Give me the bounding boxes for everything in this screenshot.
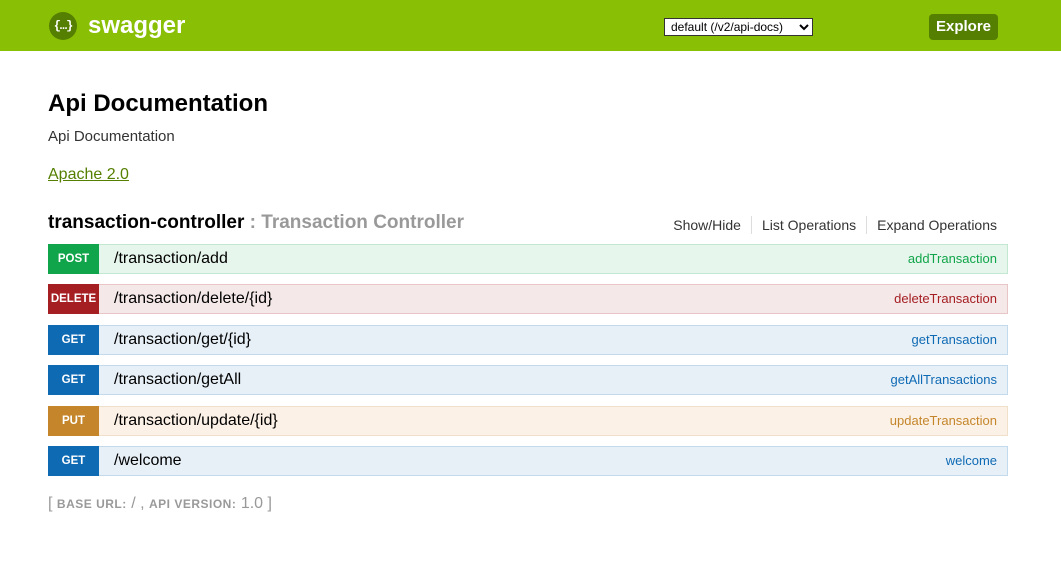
- list-operations-link[interactable]: List Operations: [752, 216, 868, 234]
- method-badge[interactable]: POST: [48, 244, 99, 274]
- top-bar: {…} swagger default (/v2/api-docs) Explo…: [0, 0, 1061, 51]
- api-version-value: 1.0: [240, 495, 264, 512]
- operations-list: POST /transaction/add addTransaction DEL…: [48, 244, 1008, 486]
- operation-path[interactable]: /transaction/get/{id}: [114, 326, 251, 354]
- operation-path[interactable]: /transaction/add: [114, 245, 228, 273]
- controller-heading[interactable]: transaction-controller : Transaction Con…: [48, 211, 464, 235]
- operation-welcome[interactable]: GET /welcome welcome: [48, 445, 1008, 476]
- api-info-footer: [ BASE URL: / , API VERSION: 1.0 ]: [48, 495, 272, 512]
- operation-get-transaction[interactable]: GET /transaction/get/{id} getTransaction: [48, 324, 1008, 355]
- explore-button[interactable]: Explore: [929, 14, 998, 40]
- operation-path[interactable]: /welcome: [114, 447, 182, 475]
- controller-separator: :: [244, 212, 262, 233]
- method-badge[interactable]: PUT: [48, 405, 99, 436]
- operation-nickname[interactable]: welcome: [946, 447, 997, 475]
- operation-delete-transaction[interactable]: DELETE /transaction/delete/{id} deleteTr…: [48, 284, 1008, 315]
- base-url-label: BASE URL: [56, 497, 123, 511]
- license-link[interactable]: Apache 2.0: [48, 165, 129, 185]
- footer-close-bracket: ]: [267, 495, 272, 512]
- method-badge[interactable]: GET: [48, 365, 99, 396]
- controller-name[interactable]: transaction-controller: [48, 212, 244, 233]
- swagger-logo-icon[interactable]: {…}: [49, 12, 77, 40]
- base-url-value: /: [131, 495, 136, 512]
- operation-update-transaction[interactable]: PUT /transaction/update/{id} updateTrans…: [48, 405, 1008, 436]
- page-title: Api Documentation: [48, 90, 268, 117]
- operation-nickname[interactable]: addTransaction: [908, 245, 997, 273]
- operation-path[interactable]: /transaction/getAll: [114, 366, 241, 394]
- api-description: Api Documentation: [48, 128, 175, 145]
- operation-nickname[interactable]: getAllTransactions: [891, 366, 997, 394]
- show-hide-link[interactable]: Show/Hide: [663, 216, 752, 234]
- footer-open-bracket: [: [48, 495, 53, 512]
- expand-operations-link[interactable]: Expand Operations: [867, 216, 997, 234]
- api-spec-select[interactable]: default (/v2/api-docs): [664, 18, 813, 36]
- api-version-label: API VERSION: [149, 497, 232, 511]
- swagger-logo-text[interactable]: swagger: [88, 11, 185, 41]
- operation-nickname[interactable]: getTransaction: [911, 326, 997, 354]
- operation-nickname[interactable]: deleteTransaction: [894, 285, 997, 313]
- method-badge[interactable]: DELETE: [48, 284, 99, 315]
- operation-add-transaction[interactable]: POST /transaction/add addTransaction: [48, 244, 1008, 274]
- method-badge[interactable]: GET: [48, 324, 99, 355]
- controller-description: Transaction Controller: [261, 212, 464, 233]
- operation-path[interactable]: /transaction/update/{id}: [114, 407, 278, 435]
- operation-get-all-transactions[interactable]: GET /transaction/getAll getAllTransactio…: [48, 365, 1008, 396]
- controller-actions: Show/Hide List Operations Expand Operati…: [663, 216, 997, 234]
- method-badge[interactable]: GET: [48, 445, 99, 476]
- operation-nickname[interactable]: updateTransaction: [890, 407, 997, 435]
- operation-path[interactable]: /transaction/delete/{id}: [114, 285, 272, 313]
